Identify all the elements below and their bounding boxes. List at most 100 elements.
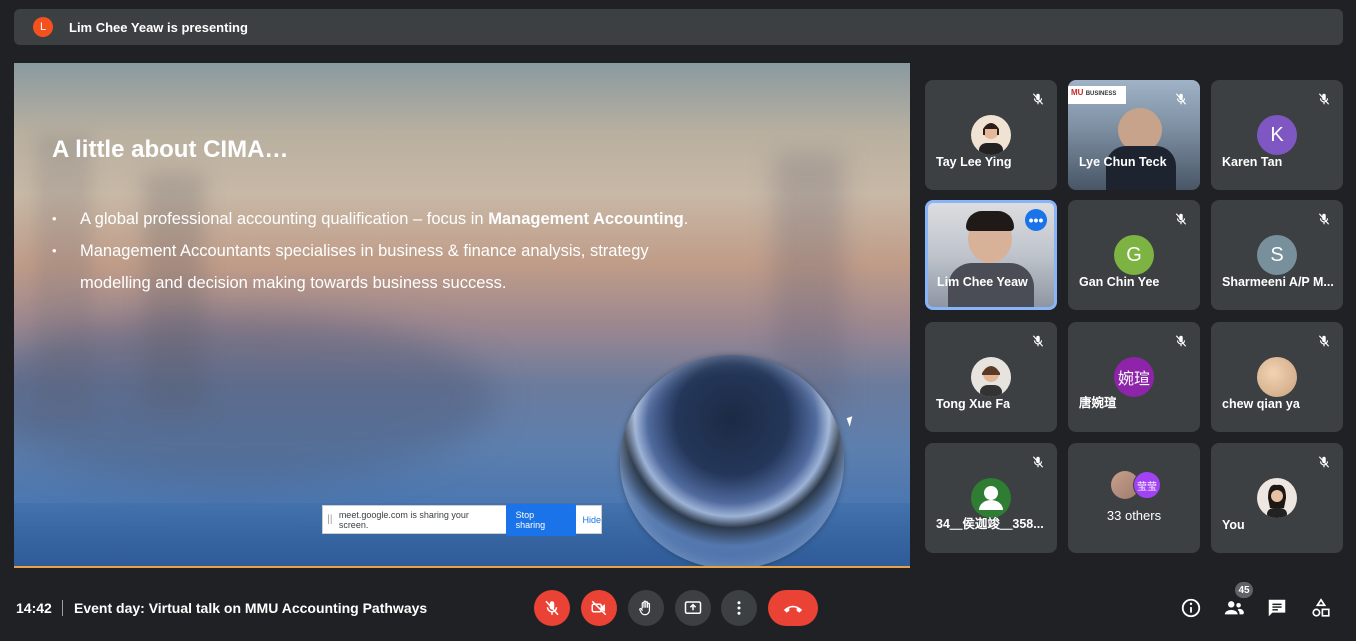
- mic-off-icon: [1027, 330, 1049, 352]
- toggle-mic-button[interactable]: [534, 590, 570, 626]
- participant-name: You: [1222, 518, 1245, 532]
- avatar: G: [1114, 235, 1154, 275]
- slide-bullets: • A global professional accounting quali…: [52, 203, 772, 299]
- participant-name: 唐婉瑄: [1079, 396, 1117, 410]
- info-icon: [1181, 598, 1201, 618]
- meeting-time: 14:42: [16, 600, 52, 616]
- participant-tile[interactable]: S Sharmeeni A/P M...: [1211, 200, 1343, 310]
- person-hair: [966, 211, 1014, 231]
- bullet2-line2: modelling and decision making towards bu…: [80, 274, 507, 292]
- avatar: S: [1257, 235, 1297, 275]
- bullet-item: • Management Accountants specialises in …: [52, 235, 772, 299]
- mic-off-icon: [1170, 88, 1192, 110]
- stop-sharing-button[interactable]: Stop sharing: [505, 503, 576, 536]
- mic-off-icon: [1313, 88, 1335, 110]
- bullet1-pre: A global professional accounting qualifi…: [80, 210, 489, 228]
- leave-call-button[interactable]: [768, 590, 818, 626]
- hang-up-icon: [783, 605, 803, 613]
- mic-off-icon: [1170, 208, 1192, 230]
- participant-name: Karen Tan: [1222, 155, 1283, 169]
- raise-hand-button[interactable]: [628, 590, 664, 626]
- participant-name: Lye Chun Teck: [1079, 155, 1167, 169]
- more-options-button[interactable]: [721, 590, 757, 626]
- crystal-ball-image: [620, 355, 844, 568]
- activities-icon: [1312, 598, 1330, 617]
- bullet1-post: .: [683, 210, 689, 228]
- presenting-text: Lim Chee Yeaw is presenting: [69, 19, 248, 35]
- participant-name: chew qian ya: [1222, 397, 1300, 411]
- mic-off-icon: [545, 600, 559, 616]
- chat-button[interactable]: [1265, 596, 1289, 620]
- participant-tile[interactable]: MU BUSINESS Lye Chun Teck: [1068, 80, 1200, 190]
- share-message: meet.google.com is sharing your screen.: [338, 509, 469, 530]
- participant-tile[interactable]: chew qian ya: [1211, 322, 1343, 432]
- avatar: [971, 115, 1011, 155]
- participant-name: Tong Xue Fa: [936, 397, 1011, 411]
- more-vert-icon: [737, 601, 741, 615]
- bullet-dot: •: [52, 243, 57, 258]
- presenter-avatar: L: [33, 17, 53, 37]
- more-options-icon[interactable]: •••: [1025, 209, 1047, 231]
- hide-button[interactable]: Hide: [583, 515, 602, 525]
- avatar: [971, 478, 1011, 518]
- mmu-logo: MU BUSINESS: [1068, 86, 1126, 104]
- presenting-banner: L Lim Chee Yeaw is presenting: [14, 9, 1343, 45]
- others-count: 33 others: [1106, 508, 1162, 523]
- chat-icon: [1268, 599, 1286, 617]
- participant-name: Gan Chin Yee: [1079, 275, 1160, 289]
- participant-tile[interactable]: Tay Lee Ying: [925, 80, 1057, 190]
- participant-count-badge: 45: [1235, 582, 1253, 598]
- mic-off-icon: [1170, 330, 1192, 352]
- present-screen-icon: [684, 601, 702, 614]
- avatar: 婉瑄: [1114, 357, 1154, 397]
- activities-button[interactable]: [1309, 596, 1333, 620]
- bullet-text: Management Accountants specialises in bu…: [80, 235, 649, 299]
- mic-off-icon: [1027, 451, 1049, 473]
- meeting-title: Event day: Virtual talk on MMU Accountin…: [74, 600, 428, 616]
- mic-off-icon: [1313, 451, 1335, 473]
- participant-tile[interactable]: Tong Xue Fa: [925, 322, 1057, 432]
- logo-sub: BUSINESS: [1085, 91, 1117, 97]
- avatar: [1257, 357, 1297, 397]
- avatar: [971, 357, 1011, 397]
- participant-tile[interactable]: K Karen Tan: [1211, 80, 1343, 190]
- bullet1-bold: Management Accounting: [488, 210, 684, 228]
- logo-text: MU: [1071, 88, 1084, 97]
- toggle-camera-button[interactable]: [581, 590, 617, 626]
- meeting-details-button[interactable]: [1179, 596, 1203, 620]
- slide-title: A little about CIMA…: [52, 136, 289, 163]
- participant-name: 34＿侯迦竣＿358...: [936, 517, 1044, 531]
- mic-off-icon: [1027, 88, 1049, 110]
- avatar: [1257, 478, 1297, 518]
- participant-tile-active-speaker[interactable]: ••• Lim Chee Yeaw: [925, 200, 1057, 310]
- drag-handle-icon[interactable]: ||: [323, 514, 337, 525]
- bullet-text: A global professional accounting qualifi…: [80, 203, 688, 235]
- participant-name: Sharmeeni A/P M...: [1222, 275, 1334, 289]
- avatar: 莹莹: [1133, 471, 1161, 499]
- camera-off-icon: [591, 600, 607, 616]
- participant-tile[interactable]: 婉瑄 唐婉瑄: [1068, 322, 1200, 432]
- participant-name: Tay Lee Ying: [936, 155, 1012, 169]
- mic-off-icon: [1313, 208, 1335, 230]
- bullet-dot: •: [52, 211, 57, 226]
- avatar: K: [1257, 115, 1297, 155]
- bullet2-line1: Management Accountants specialises in bu…: [80, 242, 649, 260]
- divider: [62, 600, 63, 616]
- slide-bottom-accent: [14, 566, 910, 568]
- participant-tile[interactable]: G Gan Chin Yee: [1068, 200, 1200, 310]
- others-tile[interactable]: 莹莹 33 others: [1068, 443, 1200, 553]
- present-screen-button[interactable]: [675, 590, 711, 626]
- others-avatars: 莹莹: [1111, 471, 1161, 499]
- people-button[interactable]: [1222, 596, 1246, 620]
- mouse-cursor-icon: [846, 416, 856, 427]
- people-icon: [1224, 601, 1244, 615]
- hand-icon: [639, 600, 651, 616]
- participant-tile[interactable]: 34＿侯迦竣＿358...: [925, 443, 1057, 553]
- screen-share-notification: || meet.google.com is sharing your scree…: [322, 503, 602, 536]
- background-haze: [14, 313, 494, 483]
- bullet-item: • A global professional accounting quali…: [52, 203, 772, 235]
- mic-off-icon: [1313, 330, 1335, 352]
- self-tile[interactable]: You: [1211, 443, 1343, 553]
- participant-name: Lim Chee Yeaw: [937, 275, 1028, 289]
- presentation-screen[interactable]: A little about CIMA… • A global professi…: [14, 63, 910, 568]
